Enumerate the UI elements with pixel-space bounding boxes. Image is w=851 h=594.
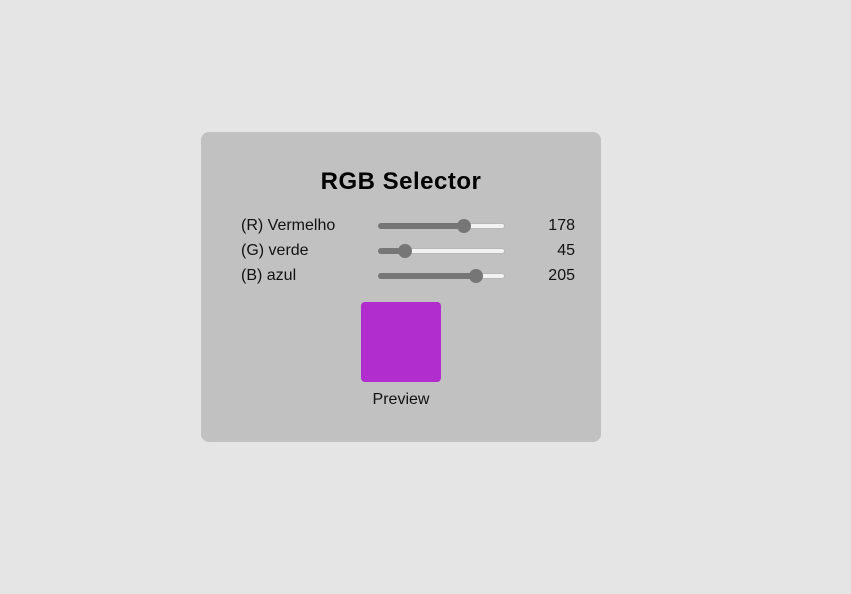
page-title: RGB Selector	[320, 168, 482, 195]
slider-fill	[378, 223, 464, 229]
channel-label-green: (G) verde	[241, 242, 309, 259]
channel-row-blue: (B) azul 205	[201, 266, 601, 286]
channel-value-red: 178	[548, 217, 575, 234]
rgb-selector-card: RGB Selector (R) Vermelho 178 (G) verde …	[201, 132, 601, 442]
red-slider[interactable]	[378, 219, 505, 233]
green-slider[interactable]	[378, 244, 505, 258]
channel-value-blue: 205	[548, 267, 575, 284]
preview-label: Preview	[372, 391, 430, 408]
blue-slider[interactable]	[378, 269, 505, 283]
channel-row-red: (R) Vermelho 178	[201, 216, 601, 236]
slider-thumb[interactable]	[397, 244, 412, 258]
channel-label-blue: (B) azul	[241, 267, 297, 284]
slider-fill	[378, 273, 476, 279]
color-preview-swatch	[361, 302, 441, 382]
slider-thumb[interactable]	[468, 269, 483, 283]
channel-label-red: (R) Vermelho	[241, 217, 336, 234]
channel-value-green: 45	[557, 242, 575, 259]
slider-thumb[interactable]	[456, 219, 471, 233]
channel-row-green: (G) verde 45	[201, 241, 601, 261]
